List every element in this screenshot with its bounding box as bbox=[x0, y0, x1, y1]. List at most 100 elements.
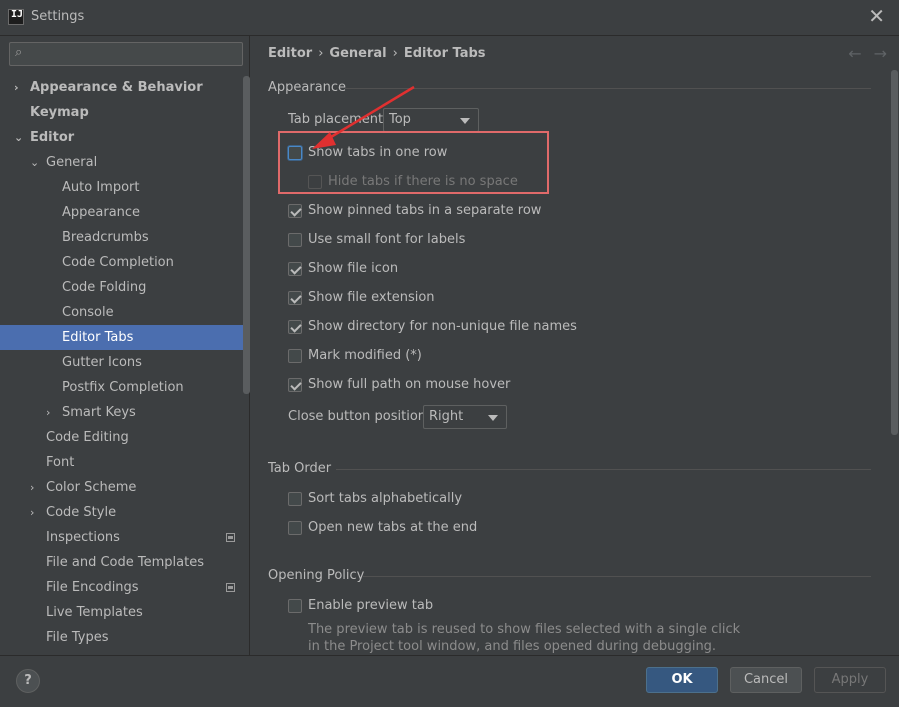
apply-button[interactable]: Apply bbox=[814, 667, 886, 693]
checkbox-show-file-icon[interactable]: Show file icon bbox=[288, 260, 708, 280]
search-box[interactable]: ⌕ bbox=[9, 42, 243, 66]
checkbox-sort-tabs-alphabetically[interactable]: Sort tabs alphabetically bbox=[288, 490, 708, 510]
sidebar-item-label: Code Editing bbox=[46, 430, 129, 445]
checkbox-box[interactable] bbox=[288, 521, 302, 535]
chevron-right-icon[interactable]: › bbox=[46, 400, 50, 425]
breadcrumb-general: General bbox=[329, 46, 387, 61]
chevron-right-icon[interactable]: › bbox=[14, 75, 19, 100]
sidebar-item-label: Auto Import bbox=[62, 180, 140, 195]
sidebar-item-file-and-code-templates[interactable]: File and Code Templates bbox=[0, 550, 250, 575]
chevron-down-icon[interactable]: ⌄ bbox=[14, 125, 23, 150]
checkbox-show-file-extension[interactable]: Show file extension bbox=[288, 289, 708, 309]
checkbox-enable-preview-tab[interactable]: Enable preview tab bbox=[288, 597, 588, 617]
close-button-position-label: Close button position: bbox=[288, 409, 431, 424]
sidebar-item-editor-tabs[interactable]: Editor Tabs bbox=[0, 325, 250, 350]
sidebar-item-breadcrumbs[interactable]: Breadcrumbs bbox=[0, 225, 250, 250]
checkbox-label: Show file extension bbox=[308, 290, 435, 305]
checkbox-label: Sort tabs alphabetically bbox=[308, 491, 463, 506]
annotation-highlight-box bbox=[278, 131, 549, 194]
checkbox-label: Show full path on mouse hover bbox=[308, 377, 511, 392]
title-bar: IJ Settings ✕ bbox=[0, 0, 899, 36]
sidebar-item-label: General bbox=[46, 155, 98, 170]
sidebar-scrollbar[interactable] bbox=[243, 76, 250, 394]
sidebar-item-general[interactable]: ⌄ General bbox=[0, 150, 250, 175]
checkbox-label: Show file icon bbox=[308, 261, 399, 276]
sidebar-item-label: Smart Keys bbox=[62, 405, 136, 420]
section-title-tab-order: Tab Order bbox=[268, 461, 332, 476]
sidebar-item-label: File Types bbox=[46, 630, 109, 645]
sidebar-item-inspections[interactable]: Inspections bbox=[0, 525, 250, 550]
project-settings-icon bbox=[226, 533, 235, 542]
checkbox-label: Enable preview tab bbox=[308, 598, 434, 613]
checkbox-label: Open new tabs at the end bbox=[308, 520, 478, 535]
checkbox-box[interactable] bbox=[288, 320, 302, 334]
checkbox-box[interactable] bbox=[288, 349, 302, 363]
sidebar-item-label: Live Templates bbox=[46, 605, 143, 620]
sidebar-item-auto-import[interactable]: Auto Import bbox=[0, 175, 250, 200]
close-icon[interactable]: ✕ bbox=[868, 6, 885, 26]
window-title: Settings bbox=[31, 9, 85, 24]
section-title-appearance: Appearance bbox=[268, 80, 347, 95]
sidebar-item-file-encodings[interactable]: File Encodings bbox=[0, 575, 250, 600]
cancel-button[interactable]: Cancel bbox=[730, 667, 802, 693]
sidebar-item-live-templates[interactable]: Live Templates bbox=[0, 600, 250, 625]
search-icon: ⌕ bbox=[15, 45, 23, 60]
sidebar-item-label: Inspections bbox=[46, 530, 120, 545]
sidebar-item-label: Postfix Completion bbox=[62, 380, 184, 395]
sidebar-item-keymap[interactable]: Keymap bbox=[0, 100, 250, 125]
sidebar-item-label: Editor Tabs bbox=[62, 330, 134, 345]
chevron-right-icon[interactable]: › bbox=[30, 475, 34, 500]
sidebar-item-label: Font bbox=[46, 455, 75, 470]
sidebar-item-smart-keys[interactable]: › Smart Keys bbox=[0, 400, 250, 425]
checkbox-box[interactable] bbox=[288, 262, 302, 276]
close-button-position-dropdown[interactable]: Right bbox=[423, 405, 507, 429]
sidebar-item-label: Keymap bbox=[30, 105, 89, 120]
checkbox-box[interactable] bbox=[288, 233, 302, 247]
checkbox-box[interactable] bbox=[288, 492, 302, 506]
sidebar-item-code-folding[interactable]: Code Folding bbox=[0, 275, 250, 300]
settings-tree: › Appearance & Behavior Keymap ⌄ Editor ⌄ Gene… bbox=[0, 75, 250, 650]
chevron-right-icon[interactable]: › bbox=[30, 500, 34, 525]
search-input[interactable] bbox=[36, 45, 236, 63]
sidebar-item-code-completion[interactable]: Code Completion bbox=[0, 250, 250, 275]
checkbox-label: Use small font for labels bbox=[308, 232, 466, 247]
checkbox-box[interactable] bbox=[288, 291, 302, 305]
checkbox-use-small-font-for-labels[interactable]: Use small font for labels bbox=[288, 231, 708, 251]
tab-placement-dropdown[interactable]: Top bbox=[383, 108, 479, 132]
chevron-down-icon bbox=[460, 118, 470, 124]
sidebar-item-console[interactable]: Console bbox=[0, 300, 250, 325]
checkbox-show-pinned-tabs-in-a-separate-row[interactable]: Show pinned tabs in a separate row bbox=[288, 202, 708, 222]
checkbox-box[interactable] bbox=[288, 599, 302, 613]
sidebar-item-code-style[interactable]: › Code Style bbox=[0, 500, 250, 525]
sidebar-item-gutter-icons[interactable]: Gutter Icons bbox=[0, 350, 250, 375]
help-button[interactable]: ? bbox=[16, 669, 40, 693]
sidebar-item-code-editing[interactable]: Code Editing bbox=[0, 425, 250, 450]
checkbox-mark-modified[interactable]: Mark modified (*) bbox=[288, 347, 708, 367]
sidebar-item-color-scheme[interactable]: › Color Scheme bbox=[0, 475, 250, 500]
sidebar-item-label: File Encodings bbox=[46, 580, 139, 595]
intellij-app-icon: IJ bbox=[8, 9, 24, 25]
chevron-down-icon bbox=[488, 415, 498, 421]
forward-arrow-icon[interactable]: → bbox=[874, 44, 887, 63]
sidebar-item-appearance[interactable]: Appearance bbox=[0, 200, 250, 225]
checkbox-label: Show pinned tabs in a separate row bbox=[308, 203, 542, 218]
ok-button[interactable]: OK bbox=[646, 667, 718, 693]
checkbox-box[interactable] bbox=[288, 378, 302, 392]
main-scrollbar[interactable] bbox=[891, 70, 898, 435]
sidebar-item-appearance-behavior[interactable]: › Appearance & Behavior bbox=[0, 75, 250, 100]
checkbox-label: Show directory for non-unique file names bbox=[308, 319, 577, 334]
sidebar-item-label: Color Scheme bbox=[46, 480, 137, 495]
back-arrow-icon[interactable]: ← bbox=[848, 44, 861, 63]
checkbox-open-new-tabs-at-the-end[interactable]: Open new tabs at the end bbox=[288, 519, 708, 539]
sidebar-item-editor[interactable]: ⌄ Editor bbox=[0, 125, 250, 150]
checkbox-show-full-path-on-mouse-hover[interactable]: Show full path on mouse hover bbox=[288, 376, 708, 396]
section-divider bbox=[336, 469, 871, 470]
checkbox-show-directory-for-non-unique-file-names[interactable]: Show directory for non-unique file names bbox=[288, 318, 708, 338]
sidebar-item-font[interactable]: Font bbox=[0, 450, 250, 475]
checkbox-box[interactable] bbox=[288, 204, 302, 218]
sidebar-item-label: Code Folding bbox=[62, 280, 147, 295]
sidebar-item-postfix-completion[interactable]: Postfix Completion bbox=[0, 375, 250, 400]
sidebar-item-label: Gutter Icons bbox=[62, 355, 142, 370]
sidebar-item-file-types[interactable]: File Types bbox=[0, 625, 250, 650]
chevron-down-icon[interactable]: ⌄ bbox=[30, 150, 39, 175]
